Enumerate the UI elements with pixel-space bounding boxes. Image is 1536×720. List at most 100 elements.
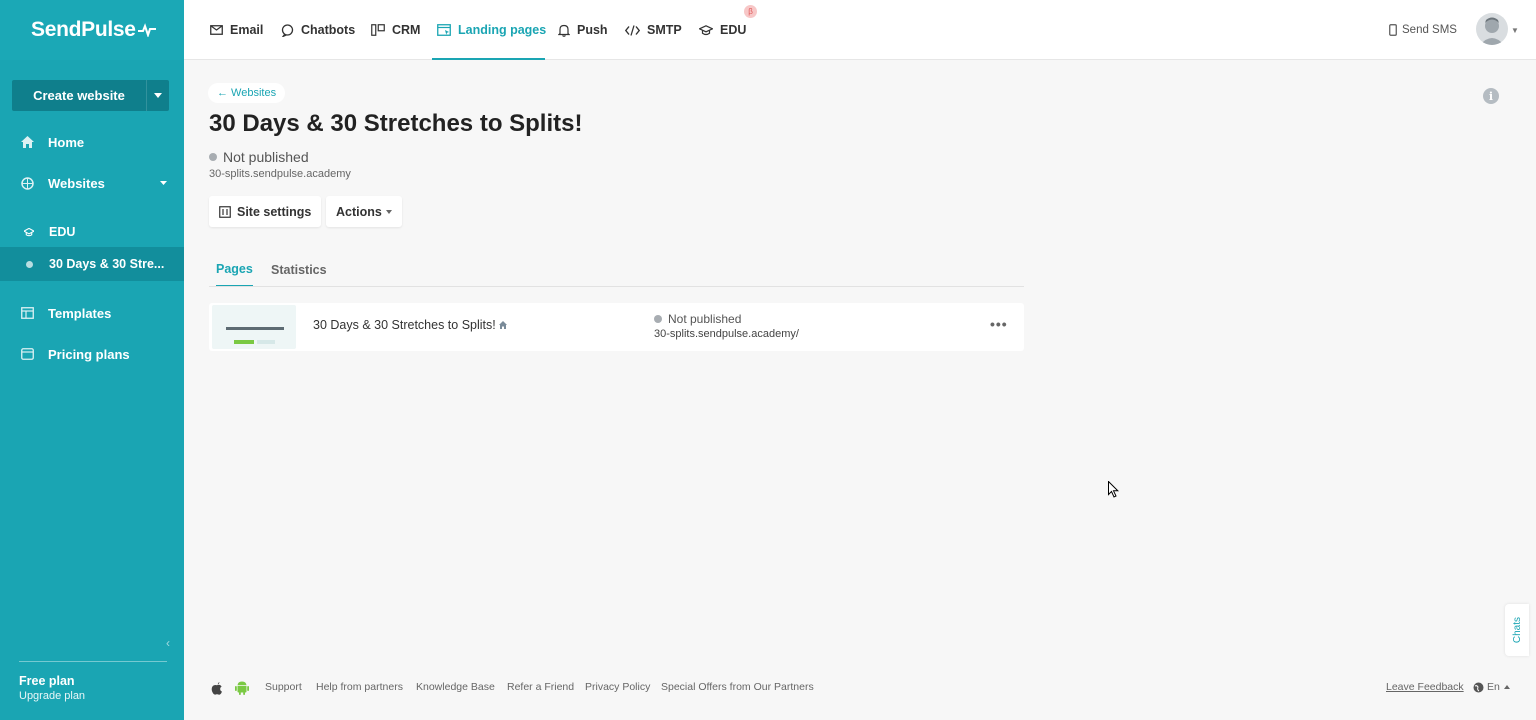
- edu-icon: [24, 227, 34, 237]
- language-label: En: [1487, 681, 1500, 693]
- nav-edu[interactable]: EDU: [699, 0, 746, 60]
- back-to-websites-link[interactable]: ← Websites: [208, 83, 286, 103]
- list-item[interactable]: 30 Days & 30 Stretches to Splits! Not pu…: [209, 303, 1024, 351]
- sidebar-item-home[interactable]: Home: [0, 126, 184, 158]
- site-domain: 30-splits.sendpulse.academy: [209, 168, 351, 180]
- nav-label: EDU: [720, 23, 747, 37]
- create-website-group: Create website: [12, 80, 169, 111]
- thumbnail-title-bar: [226, 327, 284, 330]
- sidebar-subitem-label: EDU: [49, 225, 76, 239]
- beta-badge: β: [744, 5, 757, 18]
- nav-label: CRM: [392, 23, 421, 37]
- nav-label: Email: [230, 23, 264, 37]
- nav-chatbots[interactable]: Chatbots: [281, 0, 355, 60]
- nav-smtp[interactable]: SMTP: [625, 0, 682, 60]
- sidebar-item-pricing[interactable]: Pricing plans: [0, 338, 184, 370]
- status-dot-icon: [654, 315, 662, 323]
- sidebar-item-label: Home: [48, 134, 85, 150]
- pulse-icon: [137, 23, 156, 37]
- footer-link-partners[interactable]: Help from partners: [316, 681, 403, 693]
- tab-pages[interactable]: Pages: [216, 253, 253, 287]
- create-website-button[interactable]: Create website: [12, 80, 147, 111]
- upgrade-plan-link[interactable]: Upgrade plan: [19, 690, 167, 702]
- avatar[interactable]: [1476, 13, 1508, 45]
- email-icon: [210, 25, 223, 35]
- sidebar-item-label: Templates: [48, 305, 112, 321]
- top-navigation: Email Chatbots CRM Landing pages Push SM…: [184, 0, 1536, 60]
- phone-icon: [1389, 24, 1397, 36]
- sidebar-item-label: Pricing plans: [48, 346, 130, 362]
- site-settings-label: Site settings: [237, 204, 312, 219]
- sidebar-item-websites[interactable]: Websites: [0, 167, 184, 199]
- nav-push[interactable]: Push: [558, 0, 608, 60]
- home-icon: [20, 135, 34, 149]
- nav-label: Chatbots: [301, 23, 356, 37]
- sidebar-item-label: Websites: [48, 175, 105, 191]
- site-status-text: Not published: [223, 149, 309, 165]
- plan-name: Free plan: [19, 674, 75, 688]
- edu-icon: [699, 24, 713, 36]
- tab-statistics[interactable]: Statistics: [271, 253, 327, 287]
- tabs-divider: [209, 286, 1024, 287]
- leave-feedback-link[interactable]: Leave Feedback: [1386, 681, 1464, 693]
- actions-label: Actions: [336, 204, 382, 219]
- account-menu-caret-icon[interactable]: ▼: [1511, 26, 1519, 35]
- sidebar-subitem-label: 30 Days & 30 Stre...: [49, 257, 165, 271]
- pricing-icon: [20, 347, 34, 361]
- footer-link-knowledge-base[interactable]: Knowledge Base: [416, 681, 495, 693]
- settings-sliders-icon: [219, 205, 231, 218]
- thumbnail-button-bar: [234, 340, 254, 344]
- create-website-dropdown[interactable]: [147, 80, 169, 111]
- home-page-icon: [498, 321, 507, 329]
- send-sms-label: Send SMS: [1402, 24, 1457, 36]
- apple-icon[interactable]: [211, 681, 223, 695]
- nav-landing-pages[interactable]: Landing pages: [437, 0, 546, 60]
- nav-label: Push: [577, 23, 608, 37]
- chatbots-icon: [281, 23, 294, 37]
- landing-icon: [437, 24, 451, 36]
- logo[interactable]: SendPulse: [0, 0, 184, 60]
- caret-up-icon: [1503, 685, 1510, 689]
- page-name-text: 30 Days & 30 Stretches to Splits!: [313, 318, 496, 332]
- nav-label: SMTP: [647, 23, 682, 37]
- info-icon[interactable]: i: [1483, 88, 1499, 104]
- site-settings-button[interactable]: Site settings: [209, 196, 322, 227]
- page-url[interactable]: 30-splits.sendpulse.academy/: [654, 328, 799, 340]
- mouse-cursor-icon: [1108, 481, 1119, 498]
- footer-link-privacy[interactable]: Privacy Policy: [585, 681, 650, 693]
- actions-dropdown-button[interactable]: Actions: [326, 196, 402, 227]
- status-dot-icon: [209, 153, 217, 161]
- site-status: Not published: [209, 149, 309, 165]
- chats-label: Chats: [1511, 616, 1523, 644]
- send-sms-link[interactable]: Send SMS: [1389, 0, 1457, 60]
- footer-link-support[interactable]: Support: [265, 681, 302, 693]
- main-content: ← Websites i 30 Days & 30 Stretches to S…: [184, 60, 1536, 720]
- sidebar-subitem-edu[interactable]: EDU: [0, 215, 184, 249]
- sidebar-subitem-current-site[interactable]: 30 Days & 30 Stre...: [0, 247, 184, 281]
- footer-link-offers[interactable]: Special Offers from Our Partners: [661, 681, 814, 693]
- dot-icon: [24, 260, 34, 268]
- page-thumbnail[interactable]: [212, 305, 296, 349]
- user-avatar-icon: [1480, 17, 1504, 45]
- code-icon: [625, 24, 640, 36]
- chats-widget-tab[interactable]: Chats: [1505, 604, 1529, 656]
- page-status-text: Not published: [668, 312, 742, 326]
- page-name-link[interactable]: 30 Days & 30 Stretches to Splits!: [313, 318, 507, 332]
- thumbnail-line: [257, 340, 275, 344]
- language-selector[interactable]: En: [1473, 681, 1510, 693]
- footer: Support Help from partners Knowledge Bas…: [184, 672, 1536, 702]
- brand-name: SendPulse: [31, 18, 136, 41]
- sidebar: SendPulse Create website Home Websites E…: [0, 0, 184, 720]
- plan-info: Free plan Upgrade plan: [19, 661, 167, 702]
- nav-label: Landing pages: [458, 23, 547, 37]
- sidebar-item-templates[interactable]: Templates: [0, 297, 184, 329]
- collapse-sidebar-icon[interactable]: ‹: [166, 636, 170, 650]
- bell-icon: [558, 24, 570, 37]
- page-status: Not published: [654, 312, 741, 326]
- footer-link-refer[interactable]: Refer a Friend: [507, 681, 574, 693]
- android-icon[interactable]: [235, 680, 249, 695]
- nav-crm[interactable]: CRM: [371, 0, 420, 60]
- more-options-icon[interactable]: •••: [990, 316, 1008, 332]
- globe-icon: [1473, 682, 1484, 692]
- nav-email[interactable]: Email: [210, 0, 263, 60]
